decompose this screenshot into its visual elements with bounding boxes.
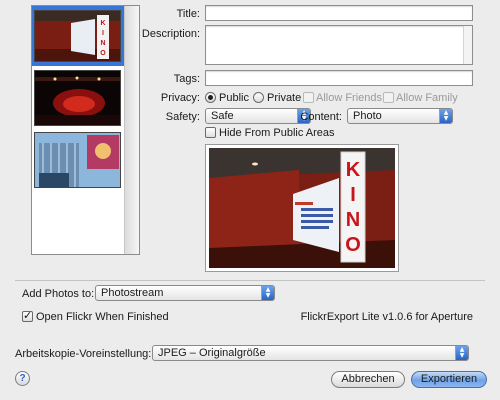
- content-select-value: Photo: [353, 110, 382, 122]
- thumbnail-berlinale-banner[interactable]: [34, 132, 121, 188]
- hide-from-public-label: Hide From Public Areas: [219, 127, 335, 139]
- hide-from-public-checkbox[interactable]: [205, 127, 216, 138]
- export-button[interactable]: Exportieren: [411, 371, 487, 388]
- preset-select-value: JPEG – Originalgröße: [158, 347, 266, 359]
- preset-label: Arbeitskopie-Voreinstellung:: [15, 348, 152, 360]
- photo-thumbnail-list[interactable]: K I N O: [31, 5, 140, 255]
- thumbnail-sign-n: N: [100, 40, 105, 47]
- version-text: FlickrExport Lite v1.0.6 for Aperture: [300, 311, 473, 323]
- safety-select-value: Safe: [211, 110, 234, 122]
- preset-select[interactable]: JPEG – Originalgröße ▲ ▼: [152, 345, 469, 361]
- preset-select-arrows-icon: ▲ ▼: [455, 346, 468, 360]
- privacy-private-radio[interactable]: [253, 92, 264, 103]
- content-label: Content:: [300, 111, 342, 123]
- thumbnail-sign-o: O: [100, 50, 106, 57]
- add-photos-to-arrows-icon: ▲ ▼: [261, 286, 274, 300]
- allow-family-checkbox[interactable]: [383, 92, 394, 103]
- add-photos-to-value: Photostream: [101, 287, 164, 299]
- cancel-button[interactable]: Abbrechen: [331, 371, 405, 388]
- tags-input[interactable]: [205, 70, 473, 86]
- privacy-public-radio[interactable]: [205, 92, 216, 103]
- photo-preview: KINO: [205, 144, 399, 272]
- privacy-private-label: Private: [267, 92, 302, 104]
- add-photos-to-select[interactable]: Photostream ▲ ▼: [95, 285, 275, 301]
- thumbnail-cinema-hall[interactable]: [34, 70, 121, 126]
- allow-friends-checkbox[interactable]: [303, 92, 314, 103]
- help-button[interactable]: ?: [15, 371, 30, 386]
- thumbnail-kino-sign[interactable]: K I N O: [34, 10, 121, 62]
- allow-family-label: Allow Family: [396, 92, 458, 104]
- content-select[interactable]: Photo ▲ ▼: [347, 108, 453, 124]
- thumbnail-sign-i: I: [102, 30, 104, 37]
- tags-label: Tags:: [173, 73, 200, 85]
- thumbnail-sign-k: K: [100, 20, 105, 27]
- title-label: Title:: [176, 8, 200, 20]
- safety-select[interactable]: Safe ▲ ▼: [205, 108, 311, 124]
- thumbnail-list-scrollbar[interactable]: [124, 6, 139, 254]
- safety-label: Safety:: [165, 111, 200, 123]
- description-textarea[interactable]: [205, 25, 473, 65]
- title-input[interactable]: [205, 5, 473, 21]
- open-flickr-checkbox[interactable]: [22, 309, 33, 322]
- privacy-public-label: Public: [219, 92, 249, 104]
- add-photos-to-label: Add Photos to:: [22, 288, 95, 300]
- allow-friends-label: Allow Friends: [316, 92, 383, 104]
- privacy-label: Privacy:: [160, 92, 200, 104]
- description-label: Description:: [141, 28, 200, 40]
- section-divider: [15, 280, 485, 281]
- description-scrollbar[interactable]: [463, 26, 472, 64]
- content-select-arrows-icon: ▲ ▼: [439, 109, 452, 123]
- open-flickr-label: Open Flickr When Finished: [36, 311, 169, 323]
